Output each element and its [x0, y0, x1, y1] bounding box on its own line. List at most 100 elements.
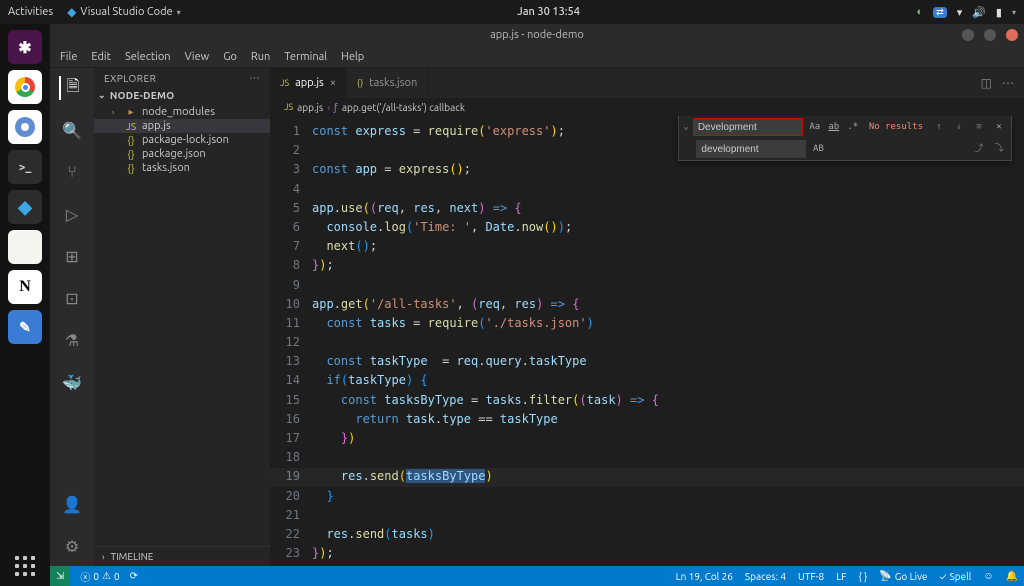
find-input[interactable]: [693, 118, 803, 136]
docker-icon[interactable]: 🐳: [60, 370, 84, 394]
more-actions-icon[interactable]: ⋯: [1002, 76, 1014, 90]
match-case-icon[interactable]: Aa: [807, 119, 823, 135]
tray-icon[interactable]: ◐: [916, 6, 923, 18]
activities-button[interactable]: Activities: [8, 6, 53, 18]
tree-item-package-lock-json[interactable]: {}package-lock.json: [94, 133, 270, 147]
remote-indicator[interactable]: ⇲: [50, 566, 70, 586]
notifications-icon[interactable]: 🔔: [1006, 570, 1018, 582]
project-section-header[interactable]: ⌄ NODE-DEMO: [94, 88, 270, 103]
dock-app-icon[interactable]: ✎: [8, 310, 42, 344]
status-bar: ⇲ ⓧ0 ⚠0 ⟳ Ln 19, Col 26 Spaces: 4 UTF-8 …: [50, 566, 1024, 586]
tree-item-tasks-json[interactable]: {}tasks.json: [94, 161, 270, 175]
replace-one-icon[interactable]: ⤴: [971, 141, 987, 157]
network-icon[interactable]: ▾: [957, 6, 963, 19]
feedback-icon[interactable]: ☺: [983, 570, 993, 582]
tree-item-app-js[interactable]: JSapp.js: [94, 119, 270, 133]
close-tab-icon[interactable]: ×: [330, 77, 336, 89]
active-app-menu[interactable]: ◆ Visual Studio Code ▾: [67, 5, 180, 19]
menu-help[interactable]: Help: [341, 51, 364, 63]
dock-notion-icon[interactable]: N: [8, 270, 42, 304]
sidebar-title: EXPLORER: [104, 73, 156, 84]
ubuntu-dock: ✱ >_ ◆ N ✎: [0, 24, 50, 586]
close-button[interactable]: [1006, 29, 1018, 41]
accounts-icon[interactable]: 👤: [60, 492, 84, 516]
encoding[interactable]: UTF-8: [798, 571, 824, 582]
tab-tasks-json[interactable]: {}tasks.json: [347, 68, 428, 98]
code-editor[interactable]: 1234567891011121314151617181920212223242…: [270, 116, 1024, 566]
tree-item-package-json[interactable]: {}package.json: [94, 147, 270, 161]
go-live[interactable]: 📡Go Live: [879, 570, 927, 582]
problems-indicator[interactable]: ⓧ0 ⚠0: [80, 569, 119, 584]
timeline-section[interactable]: › TIMELINE: [94, 546, 270, 566]
menu-go[interactable]: Go: [223, 51, 237, 63]
window-title: app.js - node-demo: [50, 29, 1024, 41]
project-name: NODE-DEMO: [110, 90, 175, 101]
remote-icon[interactable]: ⊡: [60, 286, 84, 310]
breadcrumb-file[interactable]: app.js: [297, 102, 323, 113]
dock-chrome-icon[interactable]: [8, 70, 42, 104]
volume-icon[interactable]: 🔊: [972, 6, 986, 19]
run-debug-icon[interactable]: ▷: [60, 202, 84, 226]
menu-file[interactable]: File: [60, 51, 77, 63]
warning-icon: ⚠: [102, 570, 111, 582]
explorer-icon[interactable]: 🗎: [59, 76, 83, 100]
tree-item-node_modules[interactable]: ›▸node_modules: [94, 105, 270, 119]
cursor-position[interactable]: Ln 19, Col 26: [676, 571, 733, 582]
file-tree: ›▸node_modulesJSapp.js{}package-lock.jso…: [94, 103, 270, 177]
maximize-button[interactable]: [984, 29, 996, 41]
indentation[interactable]: Spaces: 4: [745, 571, 786, 582]
search-icon[interactable]: 🔍: [60, 118, 84, 142]
menu-selection[interactable]: Selection: [125, 51, 171, 63]
spell-check[interactable]: ✓ Spell: [939, 571, 971, 582]
match-word-icon[interactable]: ab: [826, 119, 842, 135]
replace-input[interactable]: [696, 140, 806, 158]
port-indicator[interactable]: ⟳: [130, 570, 138, 582]
timeline-label: TIMELINE: [111, 551, 154, 562]
find-prev-icon[interactable]: ↑: [931, 119, 947, 135]
replace-all-icon[interactable]: ⤵: [991, 141, 1007, 157]
breadcrumb-symbol[interactable]: app.get('/all-tasks') callback: [342, 102, 465, 113]
dock-chromium-icon[interactable]: [8, 110, 42, 144]
sidebar-more-icon[interactable]: ⋯: [250, 72, 261, 84]
regex-icon[interactable]: .*: [845, 119, 861, 135]
clock[interactable]: Jan 30 13:54: [181, 6, 917, 18]
dock-apps-grid-icon[interactable]: [15, 556, 35, 576]
menu-run[interactable]: Run: [251, 51, 270, 63]
tray-icon[interactable]: ⇄: [933, 7, 947, 18]
menu-terminal[interactable]: Terminal: [284, 51, 327, 63]
settings-gear-icon[interactable]: ⚙: [60, 534, 84, 558]
dock-terminal-icon[interactable]: >_: [8, 150, 42, 184]
testing-icon[interactable]: ⚗: [60, 328, 84, 352]
activity-bar: 🗎 🔍 ⑂ ▷ ⊞ ⊡ ⚗ 🐳 👤 ⚙: [50, 68, 94, 566]
source-control-icon[interactable]: ⑂: [60, 160, 84, 184]
dock-vscode-icon[interactable]: ◆: [8, 190, 42, 224]
find-selection-icon[interactable]: ≡: [971, 119, 987, 135]
toggle-replace-icon[interactable]: ⌄: [683, 120, 688, 134]
find-results-label: No results: [869, 120, 923, 134]
find-next-icon[interactable]: ↓: [951, 119, 967, 135]
language-mode[interactable]: { }: [859, 571, 868, 582]
window-titlebar: app.js - node-demo: [50, 24, 1024, 46]
dock-files-icon[interactable]: [8, 230, 42, 264]
close-find-icon[interactable]: ✕: [991, 119, 1007, 135]
menubar: File Edit Selection View Go Run Terminal Help: [50, 46, 1024, 68]
breadcrumb[interactable]: JS app.js › ƒ app.get('/all-tasks') call…: [270, 98, 1024, 116]
eol[interactable]: LF: [836, 571, 846, 582]
active-app-label: Visual Studio Code: [80, 6, 172, 18]
error-icon: ⓧ: [80, 569, 90, 584]
battery-icon[interactable]: ▮: [996, 6, 1002, 19]
find-replace-widget: ⌄ Aa ab .* No results ↑ ↓ ≡ ✕: [678, 116, 1012, 161]
menu-view[interactable]: View: [185, 51, 210, 63]
minimize-button[interactable]: [962, 29, 974, 41]
preserve-case-icon[interactable]: AB: [810, 141, 826, 157]
menu-edit[interactable]: Edit: [91, 51, 111, 63]
dock-slack-icon[interactable]: ✱: [8, 30, 42, 64]
extensions-icon[interactable]: ⊞: [60, 244, 84, 268]
vscode-window: app.js - node-demo File Edit Selection View…: [50, 24, 1024, 586]
broadcast-icon: 📡: [879, 570, 891, 582]
editor-tabs: JSapp.js×{}tasks.json ◫ ⋯: [270, 68, 1024, 98]
split-editor-icon[interactable]: ◫: [981, 76, 992, 90]
explorer-sidebar: EXPLORER ⋯ ⌄ NODE-DEMO ›▸node_modulesJSa…: [94, 68, 270, 566]
tab-app-js[interactable]: JSapp.js×: [270, 68, 347, 98]
line-number-gutter: 1234567891011121314151617181920212223242…: [270, 116, 308, 566]
